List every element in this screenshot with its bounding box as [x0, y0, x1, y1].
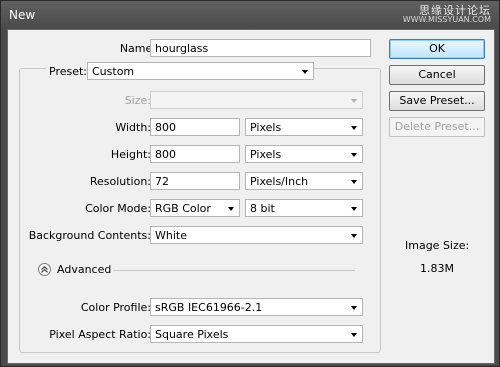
chevron-down-icon	[351, 333, 357, 337]
background-contents-select[interactable]: White	[150, 226, 363, 244]
width-unit-value: Pixels	[250, 121, 282, 134]
size-label: Size:	[124, 94, 151, 107]
chevron-down-icon	[351, 234, 357, 238]
color-profile-label: Color Profile:	[80, 301, 151, 314]
delete-preset-button: Delete Preset...	[389, 117, 485, 137]
height-label: Height:	[110, 148, 151, 161]
pixel-aspect-ratio-label: Pixel Aspect Ratio:	[49, 328, 151, 341]
chevron-down-icon	[351, 99, 357, 103]
ok-button[interactable]: OK	[389, 39, 485, 59]
resolution-label: Resolution:	[89, 175, 151, 188]
save-preset-button[interactable]: Save Preset...	[389, 91, 485, 111]
watermark: 思缘设计论坛 WWW.MISSYUAN.COM	[403, 5, 491, 24]
bit-depth-select[interactable]: 8 bit	[245, 199, 363, 217]
color-mode-label: Color Mode:	[85, 202, 151, 215]
chevron-down-icon	[228, 207, 234, 211]
pixel-aspect-ratio-select[interactable]: Square Pixels	[150, 325, 363, 343]
chevron-down-icon	[351, 207, 357, 211]
bit-depth-value: 8 bit	[250, 202, 275, 215]
width-unit-select[interactable]: Pixels	[245, 118, 363, 136]
height-unit-value: Pixels	[250, 148, 282, 161]
resolution-unit-value: Pixels/Inch	[250, 175, 309, 188]
name-input[interactable]: hourglass	[150, 39, 371, 57]
cancel-button[interactable]: Cancel	[389, 65, 485, 85]
advanced-separator	[113, 270, 355, 271]
color-mode-select[interactable]: RGB Color	[150, 199, 240, 217]
color-profile-select[interactable]: sRGB IEC61966-2.1	[150, 298, 363, 316]
background-contents-value: White	[155, 229, 187, 242]
background-contents-label: Background Contents:	[28, 229, 151, 242]
color-mode-value: RGB Color	[155, 202, 211, 215]
dialog-body: Name: hourglass Preset: Custom Size: Wid…	[7, 29, 495, 364]
resolution-input[interactable]: 72	[150, 172, 240, 190]
title-bar[interactable]: New 思缘设计论坛 WWW.MISSYUAN.COM	[1, 1, 499, 29]
chevron-down-icon	[351, 306, 357, 310]
image-size-value: 1.83M	[420, 262, 454, 275]
preset-select[interactable]: Custom	[87, 62, 314, 80]
window-title: New	[9, 8, 36, 22]
width-label: Width:	[115, 121, 151, 134]
color-profile-value: sRGB IEC61966-2.1	[155, 301, 263, 314]
height-input[interactable]: 800	[150, 145, 240, 163]
watermark-line2: WWW.MISSYUAN.COM	[402, 15, 491, 24]
pixel-aspect-ratio-value: Square Pixels	[155, 328, 229, 341]
chevron-down-icon	[351, 153, 357, 157]
size-select	[150, 91, 363, 109]
resolution-unit-select[interactable]: Pixels/Inch	[245, 172, 363, 190]
height-unit-select[interactable]: Pixels	[245, 145, 363, 163]
new-document-dialog: New 思缘设计论坛 WWW.MISSYUAN.COM Name: hourgl…	[0, 0, 500, 367]
chevron-down-icon	[302, 70, 308, 74]
width-input[interactable]: 800	[150, 118, 240, 136]
chevron-down-icon	[351, 126, 357, 130]
preset-value: Custom	[92, 65, 135, 78]
chevron-down-icon	[351, 180, 357, 184]
chevron-up-circle-icon[interactable]	[38, 263, 51, 276]
advanced-label[interactable]: Advanced	[57, 263, 111, 276]
preset-label: Preset:	[46, 65, 91, 78]
image-size-label: Image Size:	[405, 239, 470, 252]
